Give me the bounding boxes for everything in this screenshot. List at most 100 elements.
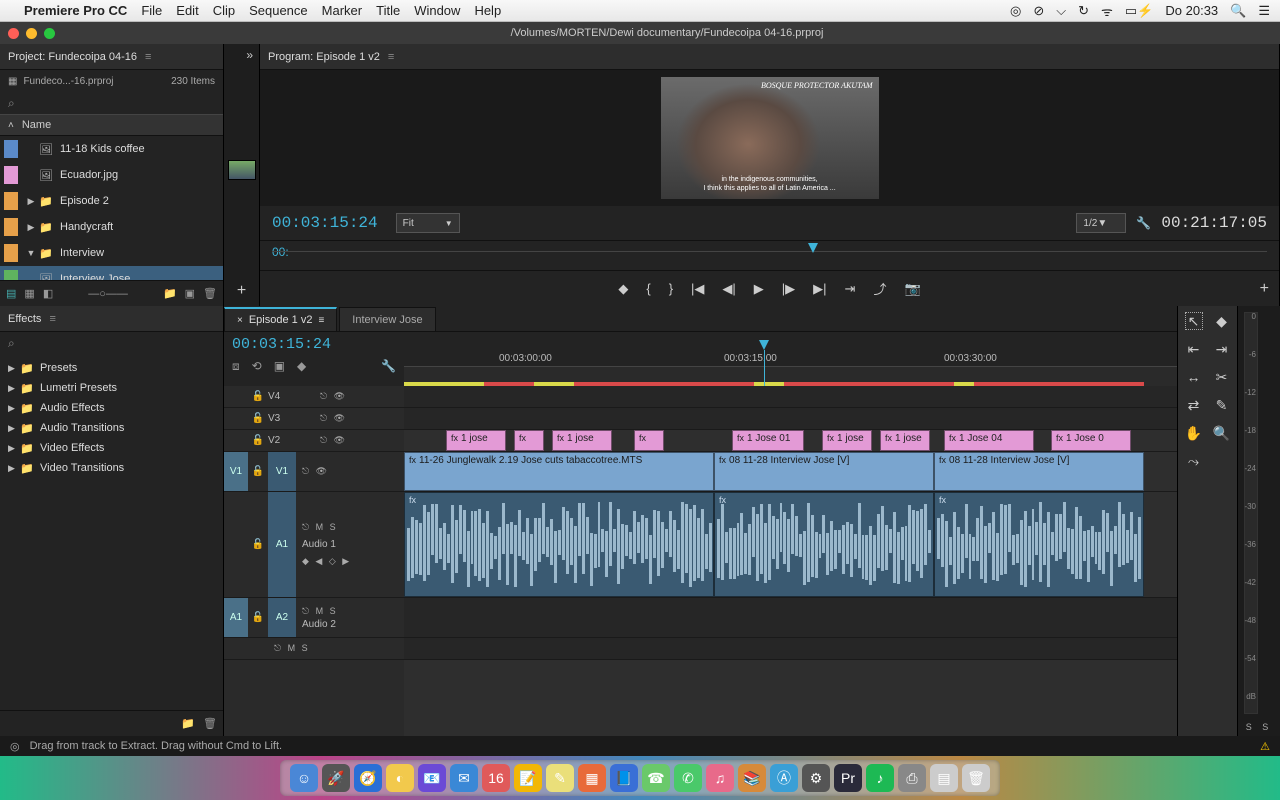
project-search[interactable]: ⌕ <box>0 92 223 114</box>
settings-icon[interactable]: 🔧 <box>1136 216 1151 230</box>
dock-app-icon[interactable]: 📚 <box>738 764 766 792</box>
video-clip[interactable]: fx08 11-28 Interview Jose [V] <box>934 452 1144 491</box>
battery-icon[interactable]: ▭⚡ <box>1125 3 1153 19</box>
disclosure-icon[interactable]: ▶ <box>8 383 20 394</box>
clock[interactable]: Do 20:33 <box>1165 3 1218 18</box>
link-selection-icon[interactable]: ⟲ <box>252 359 262 374</box>
timeline-lanes[interactable]: fx1 josefxfx1 josefxfx1 Jose 01fx1 josef… <box>404 386 1177 736</box>
project-item[interactable]: ▼ 📁 Interview <box>0 240 223 266</box>
video-clip[interactable]: fx1 Jose 04 <box>944 430 1034 451</box>
app-name[interactable]: Premiere Pro CC <box>24 3 127 18</box>
audio-clip[interactable]: fx <box>714 492 934 597</box>
menu-clip[interactable]: Clip <box>213 3 235 18</box>
project-column-header[interactable]: ˄ Name <box>0 114 223 136</box>
ripple-edit-tool-icon[interactable]: ⇤ <box>1185 340 1203 358</box>
program-timecode[interactable]: 00:03:15:24 <box>272 214 378 232</box>
expand-source-button[interactable]: » <box>224 44 259 68</box>
timeline-tab[interactable]: Interview Jose <box>339 307 435 331</box>
marker-icon[interactable]: ◆ <box>297 359 306 374</box>
slip-tool-icon[interactable]: ⇄ <box>1185 396 1203 414</box>
add-marker-icon[interactable]: ▣ <box>274 359 285 374</box>
add-panel-button[interactable]: + <box>224 282 259 300</box>
dock-app-icon[interactable]: ♪ <box>866 764 894 792</box>
timeline-ruler[interactable]: 00:03:00:00 00:03:15:00 00:03:30:00 <box>404 332 1177 386</box>
panel-menu-icon[interactable]: ≡ <box>388 51 394 63</box>
add-button-icon[interactable]: + <box>1260 280 1269 298</box>
new-bin-icon[interactable]: 📁 <box>181 717 195 730</box>
dock-app-icon[interactable]: ✉ <box>450 764 478 792</box>
video-clip[interactable]: fx1 Jose 01 <box>732 430 804 451</box>
menu-window[interactable]: Window <box>414 3 460 18</box>
effects-folder[interactable]: ▶📁Video Effects <box>0 438 223 458</box>
project-item[interactable]: ▶ 📁 Handycraft <box>0 214 223 240</box>
track-header-v3[interactable]: 🔓V3⎋ 👁 <box>224 408 404 430</box>
mark-out-button[interactable]: } <box>669 281 673 296</box>
project-item[interactable]: 🖼 Interview Jose <box>0 266 223 280</box>
close-tab-icon[interactable]: × <box>237 315 243 326</box>
cc-icon[interactable]: ◎ <box>1010 3 1021 19</box>
project-item[interactable]: 🖼 11-18 Kids coffee <box>0 136 223 162</box>
disclosure-icon[interactable]: ▶ <box>8 423 20 434</box>
panel-menu-icon[interactable]: ≡ <box>145 51 151 63</box>
program-panel-header[interactable]: Program: Episode 1 v2 ≡ <box>260 44 1279 70</box>
dock-app-icon[interactable]: 🧭 <box>354 764 382 792</box>
program-video-area[interactable]: BOSQUE PROTECTOR AKUTAM in the indigenou… <box>260 70 1279 206</box>
menu-sequence[interactable]: Sequence <box>249 3 308 18</box>
menu-file[interactable]: File <box>141 3 162 18</box>
dock-app-icon[interactable]: ✆ <box>674 764 702 792</box>
dock-app-icon[interactable]: 🗑 <box>962 764 990 792</box>
dock-app-icon[interactable]: ⚙ <box>802 764 830 792</box>
minimize-window-button[interactable] <box>26 28 37 39</box>
video-clip[interactable]: fx11-26 Junglewalk 2.19 Jose cuts tabacc… <box>404 452 714 491</box>
menu-help[interactable]: Help <box>474 3 501 18</box>
dock-app-icon[interactable]: ☎ <box>642 764 670 792</box>
freeform-view-icon[interactable]: ◧ <box>43 287 53 300</box>
pen-tool-icon[interactable]: ✎ <box>1213 396 1231 414</box>
effects-folder[interactable]: ▶📁Lumetri Presets <box>0 378 223 398</box>
effects-folder[interactable]: ▶📁Presets <box>0 358 223 378</box>
warning-icon[interactable]: ⚠ <box>1260 740 1270 753</box>
effects-folder[interactable]: ▶📁Video Transitions <box>0 458 223 478</box>
export-frame-icon[interactable]: 📷 <box>904 281 920 297</box>
solo-buttons[interactable]: S S <box>1238 722 1280 732</box>
step-fwd-button[interactable]: |▶ <box>782 281 795 297</box>
close-window-button[interactable] <box>8 28 19 39</box>
rate-stretch-tool-icon[interactable]: ↔ <box>1185 368 1203 386</box>
video-clip[interactable]: fx1 jose <box>822 430 872 451</box>
disclosure-icon[interactable]: ▶ <box>24 222 38 233</box>
disclosure-icon[interactable]: ▶ <box>8 363 20 374</box>
video-clip[interactable]: fx1 jose <box>446 430 506 451</box>
dock-app-icon[interactable]: ▤ <box>930 764 958 792</box>
dock-app-icon[interactable]: ⎙ <box>898 764 926 792</box>
trash-icon[interactable]: 🗑 <box>203 717 217 730</box>
dock-app-icon[interactable]: ✎ <box>546 764 574 792</box>
project-item[interactable]: ▶ 📁 Episode 2 <box>0 188 223 214</box>
track-select-tool-icon[interactable]: ◆ <box>1213 312 1231 330</box>
razor-tool-icon[interactable]: ✂ <box>1213 368 1231 386</box>
disclosure-icon[interactable]: ▼ <box>24 248 38 258</box>
extract-button[interactable]: ⤴ <box>873 279 886 298</box>
video-clip[interactable]: fx <box>634 430 664 451</box>
menu-marker[interactable]: Marker <box>322 3 362 18</box>
spotlight-icon[interactable]: 🔍 <box>1230 3 1246 19</box>
audio-clip[interactable]: fx <box>934 492 1144 597</box>
disclosure-icon[interactable]: ▶ <box>8 403 20 414</box>
dock-app-icon[interactable]: 📝 <box>514 764 542 792</box>
wifi-icon[interactable]: ᯤ <box>1101 2 1113 20</box>
disclosure-icon[interactable]: ▶ <box>8 443 20 454</box>
step-back-button[interactable]: ◀| <box>722 281 735 297</box>
timeline-timecode[interactable]: 00:03:15:24 <box>232 336 396 353</box>
playhead-icon[interactable] <box>759 340 769 350</box>
dock-app-icon[interactable]: ♫ <box>706 764 734 792</box>
menu-edit[interactable]: Edit <box>176 3 198 18</box>
menu-extra-icon[interactable]: ☰ <box>1258 3 1270 19</box>
disclosure-icon[interactable]: ▶ <box>24 196 38 207</box>
type-tool-icon[interactable]: ⤳ <box>1185 452 1203 470</box>
snap-icon[interactable]: ⧈ <box>232 359 240 374</box>
dock-app-icon[interactable]: 📧 <box>418 764 446 792</box>
zoom-fit-select[interactable]: Fit▼ <box>396 213 460 233</box>
video-clip[interactable]: fx1 jose <box>880 430 930 451</box>
dock-app-icon[interactable]: 📘 <box>610 764 638 792</box>
new-item-icon[interactable]: ▣ <box>185 287 195 300</box>
project-bin-list[interactable]: 🖼 11-18 Kids coffee 🖼 Ecuador.jpg ▶ 📁 Ep… <box>0 136 223 280</box>
